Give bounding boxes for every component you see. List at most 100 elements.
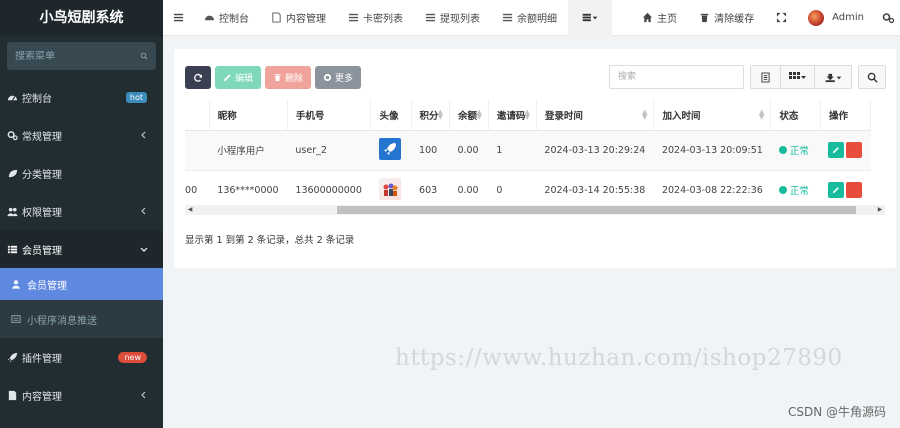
user-menu[interactable]: Admin: [798, 0, 874, 36]
sort-icon: ▲ ▼: [524, 108, 530, 121]
cell-avatar: [370, 130, 412, 171]
column-header[interactable]: [185, 100, 210, 131]
list-icon: [425, 12, 436, 23]
chevron-left-icon: [141, 391, 146, 399]
pagination-info: 显示第 1 到第 2 条记录，总共 2 条记录: [185, 235, 355, 246]
grid-icon: [788, 72, 806, 79]
sidebar-search-input[interactable]: [15, 50, 140, 62]
row-edit-button[interactable]: [828, 142, 845, 158]
column-header[interactable]: 昵称: [209, 100, 288, 131]
tab-label: 余额明细: [517, 14, 557, 25]
message-icon: [10, 313, 22, 325]
user-name: Admin: [832, 12, 864, 23]
settings-button[interactable]: [874, 0, 900, 36]
tab-withdraw-list[interactable]: 提现列表: [414, 0, 491, 36]
column-header[interactable]: 加入时间 ▲ ▼: [653, 100, 772, 131]
tab-more-dropdown[interactable]: [568, 0, 612, 36]
home-link[interactable]: 主页: [631, 0, 688, 36]
tab-balance-detail[interactable]: 余额明细: [491, 0, 568, 36]
scroll-right-icon[interactable]: ▶: [875, 205, 885, 215]
column-header[interactable]: 手机号: [287, 100, 372, 131]
data-table-container: 昵称 手机号 头像 积分 ▲ ▼ 余额 ▲ ▼ 邀请码 ▲ ▼ 登录时间 ▲ ▼ 加入时间 ▲ ▼ …: [185, 100, 885, 218]
cell-status: 正常: [770, 130, 821, 171]
table-row[interactable]: 000 136****0000 13600000000 603 0.00 0 2…: [185, 170, 871, 211]
sidebar-item-plugins[interactable]: 插件管理 new: [0, 338, 163, 376]
column-header[interactable]: 操作: [820, 100, 872, 131]
scrollbar-thumb[interactable]: [337, 206, 856, 214]
column-header[interactable]: 余额 ▲ ▼: [449, 100, 489, 131]
pencil-icon: [223, 73, 232, 82]
csdn-watermark: CSDN @牛角源码: [787, 405, 886, 419]
cell-points: 100: [411, 130, 450, 171]
sidebar-item-members[interactable]: 会员管理: [0, 230, 163, 268]
export-button[interactable]: [751, 66, 781, 88]
sidebar-subitem-member-manage[interactable]: 会员管理: [0, 268, 163, 300]
chevron-down-icon: [140, 247, 148, 252]
cell-avatar: [370, 170, 412, 211]
sidebar-item-category[interactable]: 分类管理: [0, 154, 163, 192]
search-icon: [867, 72, 878, 83]
sidebar-item-permission[interactable]: 权限管理: [0, 192, 163, 230]
export-dropdown-button[interactable]: [815, 66, 851, 88]
column-header[interactable]: 积分 ▲ ▼: [411, 100, 450, 131]
table-tool-group: [750, 65, 852, 89]
cell-operations: [820, 130, 871, 171]
cogs-icon: [882, 12, 894, 23]
avatar: [808, 9, 825, 26]
sidebar-item-label: 分类管理: [22, 169, 62, 181]
column-header[interactable]: 状态: [770, 100, 821, 131]
table-toolbar: 编辑 删除 更多: [185, 66, 362, 89]
top-navbar: 控制台 内容管理 卡密列表 提现列表 余额明细 主页 清除缓存 Admin: [163, 0, 900, 36]
clear-cache-label: 清除缓存: [714, 14, 755, 25]
cog-icon: [323, 73, 332, 82]
edit-button[interactable]: 编辑: [215, 66, 262, 89]
tab-content[interactable]: 内容管理: [260, 0, 337, 36]
advanced-search-button[interactable]: [858, 65, 886, 89]
navbar-right-tools: 主页 清除缓存 Admin: [631, 0, 900, 36]
table-header-row: 昵称 手机号 头像 积分 ▲ ▼ 余额 ▲ ▼ 邀请码 ▲ ▼ 登录时间 ▲ ▼ 加入时间 ▲ ▼ …: [185, 100, 872, 131]
dashboard-icon: [204, 12, 215, 23]
scroll-left-icon[interactable]: ◀: [185, 205, 195, 215]
column-header[interactable]: 登录时间 ▲ ▼: [536, 100, 655, 131]
search-icon[interactable]: [140, 49, 148, 63]
sort-icon: ▲ ▼: [437, 108, 443, 121]
chevron-left-icon: [141, 207, 146, 215]
sidebar-subitem-label: 会员管理: [27, 280, 67, 292]
sidebar-subitem-miniapp-push[interactable]: 小程序消息推送: [0, 300, 163, 338]
table-search-input[interactable]: [609, 65, 744, 89]
row-delete-button[interactable]: [846, 182, 863, 198]
group-icon: [6, 205, 18, 217]
horizontal-scrollbar[interactable]: ◀ ▶: [185, 205, 885, 215]
column-header[interactable]: 头像: [370, 100, 412, 131]
cell-balance: 0.00: [449, 170, 489, 211]
sidebar-subitem-label: 小程序消息推送: [27, 315, 97, 327]
clear-cache-button[interactable]: 清除缓存: [688, 0, 765, 36]
cell-join-time: 2024-03-13 20:09:51: [653, 130, 771, 171]
sidebar-item-label: 控制台: [22, 93, 52, 105]
columns-toggle-button[interactable]: [781, 66, 815, 88]
sidebar-item-dashboard[interactable]: 控制台 hot: [0, 78, 163, 116]
row-delete-button[interactable]: [846, 142, 863, 158]
menu-toggle-button[interactable]: [163, 0, 193, 36]
sidebar-item-general[interactable]: 常规管理: [0, 116, 163, 154]
chevron-left-icon: [141, 131, 146, 139]
refresh-button[interactable]: [185, 66, 211, 89]
more-button[interactable]: 更多: [315, 66, 362, 89]
cell-invite-code: 0: [488, 170, 537, 211]
sidebar-item-content[interactable]: 内容管理: [0, 376, 163, 414]
delete-button[interactable]: 删除: [265, 66, 312, 89]
tab-card-list[interactable]: 卡密列表: [337, 0, 414, 36]
cell-nickname: 136****0000: [209, 170, 288, 211]
sidebar-item-label: 插件管理: [22, 353, 62, 365]
cell-phone: user_2: [287, 130, 371, 171]
column-header[interactable]: 邀请码 ▲ ▼: [488, 100, 537, 131]
fullscreen-button[interactable]: [765, 0, 798, 36]
tab-dashboard[interactable]: 控制台: [193, 0, 260, 36]
avatar-image[interactable]: [378, 137, 401, 160]
new-badge: new: [118, 351, 147, 363]
row-edit-button[interactable]: [828, 182, 845, 198]
cell-partial: [185, 130, 210, 171]
table-row[interactable]: 小程序用户 user_2 100 0.00 1 2024-03-13 20:29…: [185, 130, 871, 171]
hamburger-icon: [173, 13, 183, 22]
avatar-image[interactable]: [378, 177, 401, 200]
